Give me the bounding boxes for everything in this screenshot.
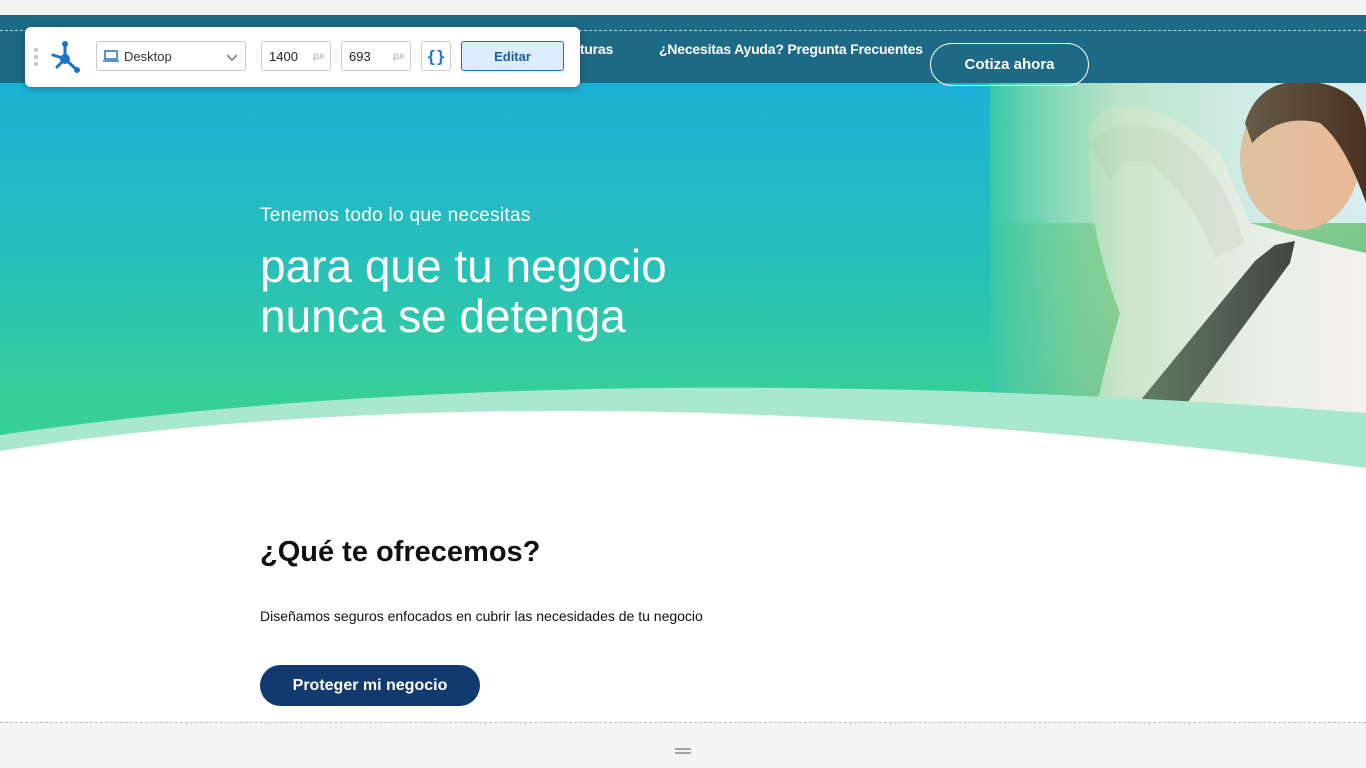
code-braces-button[interactable]: {} — [421, 41, 451, 71]
height-unit: px — [393, 50, 404, 62]
height-input[interactable]: 693 px — [341, 41, 411, 71]
quote-now-button[interactable]: Cotiza ahora — [930, 43, 1089, 86]
width-input-value: 1400 — [269, 48, 298, 64]
width-unit: px — [313, 50, 324, 62]
nav-link-help-faq[interactable]: ¿Necesitas Ayuda? Pregunta Frecuentes — [659, 41, 923, 57]
editor-toolbar: Desktop 1400 px 693 px {} Editar — [25, 27, 580, 87]
app-logo-icon — [51, 41, 80, 73]
offers-description: Diseñamos seguros enfocados en cubrir la… — [260, 608, 703, 624]
chevron-down-icon — [226, 54, 238, 62]
hero-section: Tenemos todo lo que necesitas para que t… — [0, 83, 1366, 483]
laptop-icon — [103, 50, 119, 62]
device-select[interactable]: Desktop — [96, 41, 246, 71]
hero-title: para que tu negocio nunca se detenga — [260, 241, 780, 341]
width-input[interactable]: 1400 px — [261, 41, 331, 71]
hero-title-line1: para que tu negocio — [260, 240, 667, 292]
offers-heading: ¿Qué te ofrecemos? — [260, 536, 541, 568]
hero-title-line2: nunca se detenga — [260, 290, 626, 342]
protect-business-button[interactable]: Proteger mi negocio — [260, 665, 480, 706]
hero-subtitle: Tenemos todo lo que necesitas — [260, 205, 531, 226]
edit-button[interactable]: Editar — [461, 41, 564, 71]
resize-handle-icon[interactable] — [675, 747, 691, 757]
height-input-value: 693 — [349, 48, 371, 64]
device-select-value: Desktop — [124, 48, 172, 64]
drag-handle-icon[interactable] — [33, 47, 39, 67]
